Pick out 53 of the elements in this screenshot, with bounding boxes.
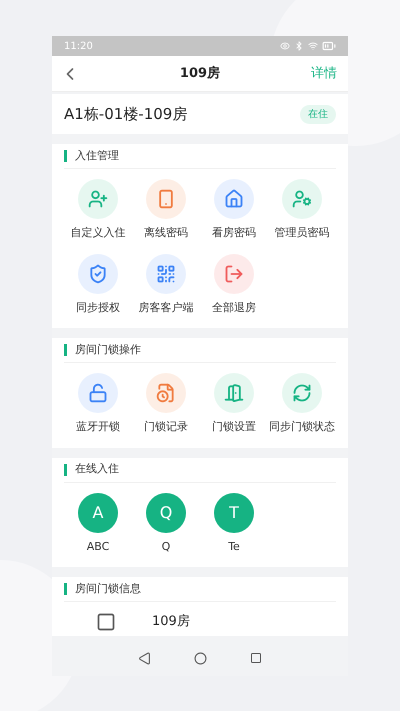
function-button[interactable] — [146, 254, 186, 294]
shield-check-icon — [88, 264, 108, 284]
function-button[interactable] — [78, 179, 118, 219]
eye-icon — [280, 41, 290, 51]
function-button[interactable] — [78, 373, 118, 413]
guest-name: Te — [228, 538, 240, 554]
function-label: 房客客户端 — [138, 300, 194, 316]
user-plus-icon — [88, 189, 108, 209]
function-label: 同步授权 — [76, 300, 120, 316]
function-button[interactable] — [214, 179, 254, 219]
function-label: 看房密码 — [212, 225, 256, 241]
function-label: 同步门锁状态 — [269, 419, 335, 435]
room-name: A1栋-01楼-109房 — [64, 104, 188, 125]
function-label: 蓝牙开锁 — [76, 419, 120, 435]
function-button[interactable] — [146, 179, 186, 219]
function-button[interactable] — [78, 254, 118, 294]
user-gear-icon — [292, 189, 312, 209]
section-title: 房间门锁操作 — [75, 342, 141, 358]
function-label: 管理员密码 — [274, 225, 330, 241]
unlock-icon — [88, 383, 108, 403]
qr-code-icon — [156, 264, 176, 284]
battery-icon — [322, 39, 336, 53]
back-nav-icon[interactable] — [138, 652, 151, 664]
function-label: 全部退房 — [212, 300, 256, 316]
bluetooth-icon — [294, 41, 304, 51]
function-label: 门锁设置 — [212, 419, 256, 435]
section-title: 房间门锁信息 — [75, 580, 141, 597]
function-button[interactable] — [146, 373, 186, 413]
function-label: 离线密码 — [144, 225, 188, 241]
exit-icon — [224, 264, 244, 284]
function-label: 自定义入住 — [70, 225, 126, 241]
section-title: 在线入住 — [75, 461, 119, 478]
page-title: 109房 — [180, 64, 220, 83]
details-link[interactable]: 详情 — [308, 64, 340, 84]
function-button[interactable] — [282, 373, 322, 413]
status-time: 11:20 — [64, 40, 93, 54]
avatar[interactable]: Q — [146, 492, 186, 532]
status-badge: 在住 — [300, 104, 336, 124]
home-nav-icon[interactable] — [194, 652, 207, 664]
avatar[interactable]: A — [78, 492, 118, 532]
guest-name: ABC — [86, 538, 110, 554]
avatar[interactable]: T — [214, 492, 254, 532]
sync-icon — [292, 383, 312, 403]
wifi-icon — [308, 41, 318, 51]
guest-name: Q — [162, 538, 170, 554]
section-title: 入住管理 — [75, 148, 119, 164]
function-button[interactable] — [282, 179, 322, 219]
lock-name: 109房 — [152, 613, 190, 632]
function-label: 门锁记录 — [144, 419, 188, 435]
record-clock-icon — [156, 383, 176, 403]
recents-nav-icon[interactable] — [250, 652, 262, 664]
function-button[interactable] — [214, 373, 254, 413]
function-button[interactable] — [214, 254, 254, 294]
